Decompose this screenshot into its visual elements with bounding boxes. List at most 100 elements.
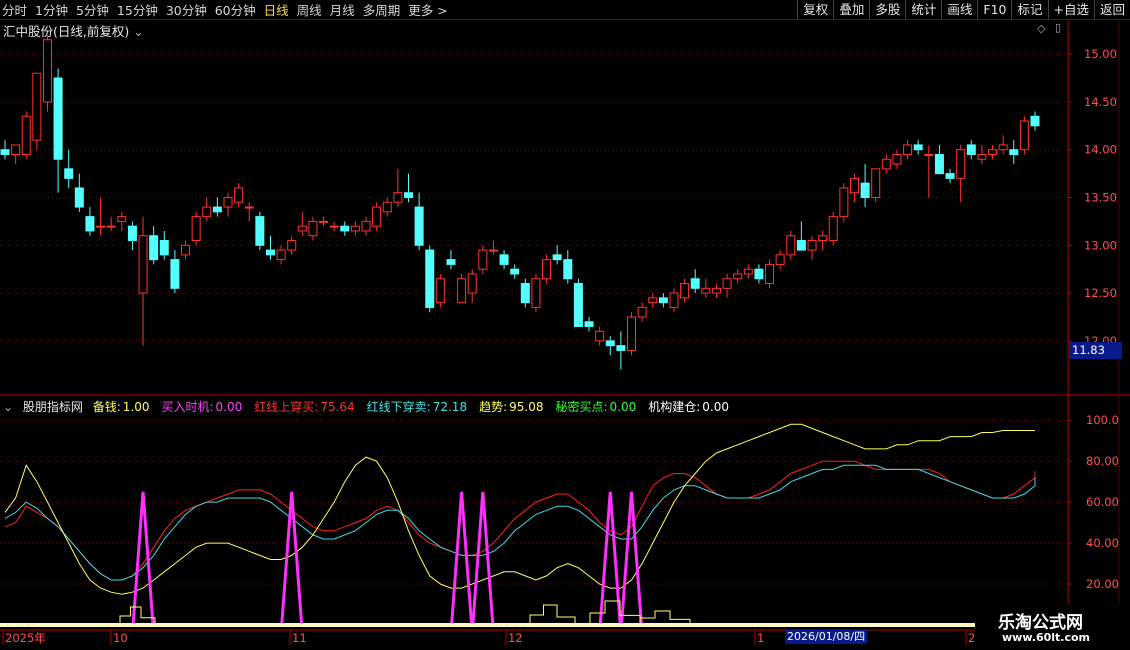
candle-body [329,225,339,228]
candle-body [127,225,137,242]
indicator-value-3: 红线下穿卖: 72.18 [367,400,473,414]
candle-body [881,158,891,170]
candle-body [775,254,785,265]
indicator-name[interactable]: 股朋指标网 [23,400,83,414]
candle-body [743,268,753,275]
indicator-value-label: 红线下穿卖: [366,400,431,414]
candle-body [191,216,201,242]
indicator-tick-label: 100.0 [1086,413,1119,427]
signal-spike [471,491,495,626]
candle-body [372,206,382,227]
time-tick-label: 11 [292,631,307,645]
signal-spike [450,491,474,626]
time-tick-label: 2025年 [5,631,46,645]
candle-body [0,149,10,155]
candle-body [159,240,169,256]
candle-body [648,297,658,304]
price-tick-label: 15.00 [1084,47,1117,61]
candle-body [74,187,84,208]
stock-title[interactable]: 汇中股份(日线,前复权) ⌄ [3,21,144,40]
candle-body [319,220,329,223]
indicator-value-label: 秘密买点: [555,400,608,414]
candle-body [265,249,275,256]
candle-body [690,278,700,289]
indicator-line-0 [4,460,1036,581]
price-tick-label: 12.50 [1084,286,1117,300]
candle-body [754,268,764,280]
candle-body [934,153,944,175]
chart-canvas[interactable]: 15.0014.5014.0013.5013.0012.5012.00100.0… [0,0,1130,650]
candle-body [457,278,467,304]
candle-body [223,197,233,208]
candle-body [350,225,360,232]
candle-body [584,321,594,328]
chevron-down-icon[interactable]: ⌄ [133,24,143,39]
candle-body [669,292,679,308]
candle-body [765,263,775,285]
time-tick-label: 1 [757,631,764,645]
candle-body [658,297,668,304]
indicator-value-label: 备钱: [92,400,121,414]
candle-body [945,173,955,179]
candle-body [828,216,838,242]
buy-volume-step [529,604,576,625]
candle-body [117,216,127,222]
candle-body [32,72,42,141]
candle-body [626,316,636,351]
candle-body [701,287,711,294]
candle-body [64,168,74,179]
indicator-value-number: 0.00 [702,400,730,414]
candle-body [680,283,690,299]
candle-body [520,283,530,304]
buy-volume-step [119,606,156,625]
price-tick-label: 13.50 [1084,191,1117,205]
candle-body [138,235,148,294]
candle-body [733,273,743,280]
indicator-value-2: 红线上穿买: 75.64 [254,400,360,414]
indicator-value-label: 机构建仓: [648,400,701,414]
candle-body [425,249,435,308]
candle-body [616,345,626,351]
candle-body [563,259,573,280]
indicator-value-label: 红线上穿买: [254,400,319,414]
candle-body [956,149,966,179]
window-toggle-icon[interactable]: ▯ [1055,21,1061,34]
indicator-value-number: 95.08 [509,400,544,414]
candle-body [340,225,350,232]
indicator-value-number: 72.18 [432,400,468,414]
indicator-value-number: 0.00 [215,400,243,414]
candle-body [849,177,859,194]
candle-body [212,206,222,213]
candle-body [839,187,849,218]
candle-body [1019,120,1029,151]
candle-body [807,240,817,251]
candle-body [966,144,976,155]
buy-volume-step [639,610,691,625]
candle-body [860,182,870,198]
candle-body [637,306,647,318]
signal-spike [619,491,643,626]
candle-body [11,144,21,155]
price-tick-label: 14.50 [1084,95,1117,109]
candle-body [181,244,191,256]
signal-spike [131,491,155,626]
current-price-label: 11.83 [1069,342,1122,359]
candle-body [1009,149,1019,155]
buy-volume-step [589,600,641,625]
indicator-tick-label: 60.00 [1086,495,1119,509]
watermark-title: 乐淘公式网 [998,613,1083,633]
candle-body [796,240,806,251]
indicator-line-1 [4,464,1036,581]
indicator-value-label: 买入时机: [161,400,214,414]
candle-body [542,259,552,280]
candle-body [786,235,796,256]
candle-body [393,192,403,203]
stock-title-text: 汇中股份(日线,前复权) [3,24,130,39]
chevron-down-icon[interactable]: ⌄ [3,400,13,414]
diamond-icon[interactable]: ◇ [1037,22,1045,35]
indicator-value-number: 1.00 [122,400,150,414]
baseline-bar [0,623,975,627]
candle-body [977,153,987,160]
candle-body [924,153,934,156]
indicator-header: ⌄ 股朋指标网 备钱: 1.00 买入时机: 0.00 红线上穿买: 75.64 红线下穿卖… [3,398,747,415]
